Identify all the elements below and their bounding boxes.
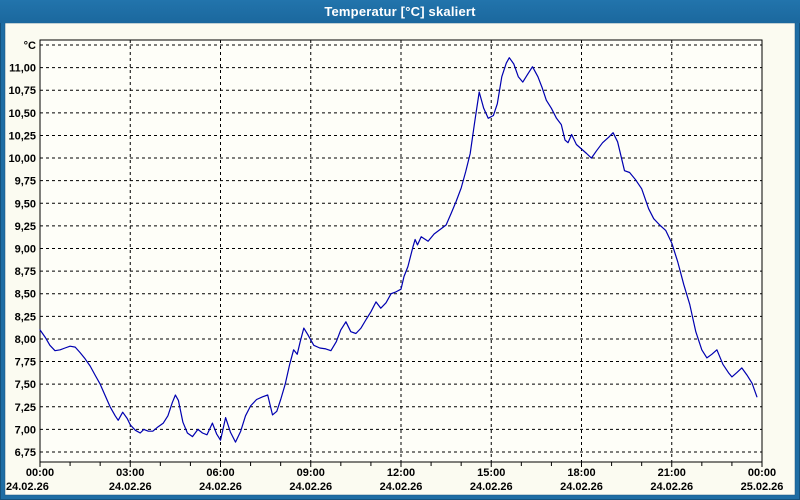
x-tick-date-label: 24.02.26	[470, 481, 513, 493]
x-tick-time-label: 18:00	[567, 467, 595, 479]
app-window: Temperatur [°C] skaliert 11,00 10,75 10,50…	[0, 0, 800, 500]
x-tick-time-label: 15:00	[477, 467, 505, 479]
x-tick-date-label: 24.02.26	[560, 481, 603, 493]
y-tick-label: 9,25	[15, 221, 36, 233]
y-tick-label: 8,50	[15, 289, 36, 301]
x-tick-date-label: 24.02.26	[109, 481, 152, 493]
y-tick-label: 10,50	[8, 108, 36, 120]
x-tick-time-label: 21:00	[658, 467, 686, 479]
x-tick-time-label: 03:00	[116, 467, 144, 479]
y-tick-label: 7,25	[15, 402, 36, 414]
y-tick-label: 8,00	[15, 334, 36, 346]
x-tick-date-label: 25.02.26	[741, 481, 784, 493]
y-tick-label: 8,25	[15, 311, 36, 323]
y-tick-label: 10,25	[8, 130, 36, 142]
x-tick-time-label: 00:00	[748, 467, 776, 479]
y-tick-label: 6,75	[15, 447, 36, 459]
window-titlebar[interactable]: Temperatur [°C] skaliert	[0, 0, 800, 23]
y-tick-label: 7,75	[15, 357, 36, 369]
x-tick-time-label: 06:00	[206, 467, 234, 479]
y-tick-label: 10,00	[8, 153, 36, 165]
x-tick-date-label: 24.02.26	[380, 481, 423, 493]
y-tick-label: 9,00	[15, 244, 36, 256]
y-tick-label: 7,50	[15, 379, 36, 391]
x-tick-time-label: 09:00	[297, 467, 325, 479]
x-tick-date-label: 24.02.26	[199, 481, 242, 493]
y-tick-label: 11,00	[9, 63, 36, 75]
temperature-chart: 11,00 10,75 10,50 10,25 10,00 9,75 9,50 9,25 9,0…	[4, 23, 796, 496]
x-tick-date-label: 24.02.26	[650, 481, 693, 493]
window-title: Temperatur [°C] skaliert	[324, 4, 476, 19]
y-tick-label: 9,75	[15, 176, 36, 188]
x-tick-time-label: 00:00	[26, 467, 54, 479]
x-tick-date-label: 24.02.26	[289, 481, 332, 493]
y-axis-unit-label: °C	[24, 40, 36, 52]
y-tick-label: 8,75	[15, 266, 36, 278]
y-tick-label: 10,75	[8, 85, 36, 97]
x-tick-date-label: 24.02.26	[6, 481, 49, 493]
x-tick-time-label: 12:00	[387, 467, 415, 479]
y-tick-label: 9,50	[15, 198, 36, 210]
y-tick-label: 7,00	[15, 424, 36, 436]
